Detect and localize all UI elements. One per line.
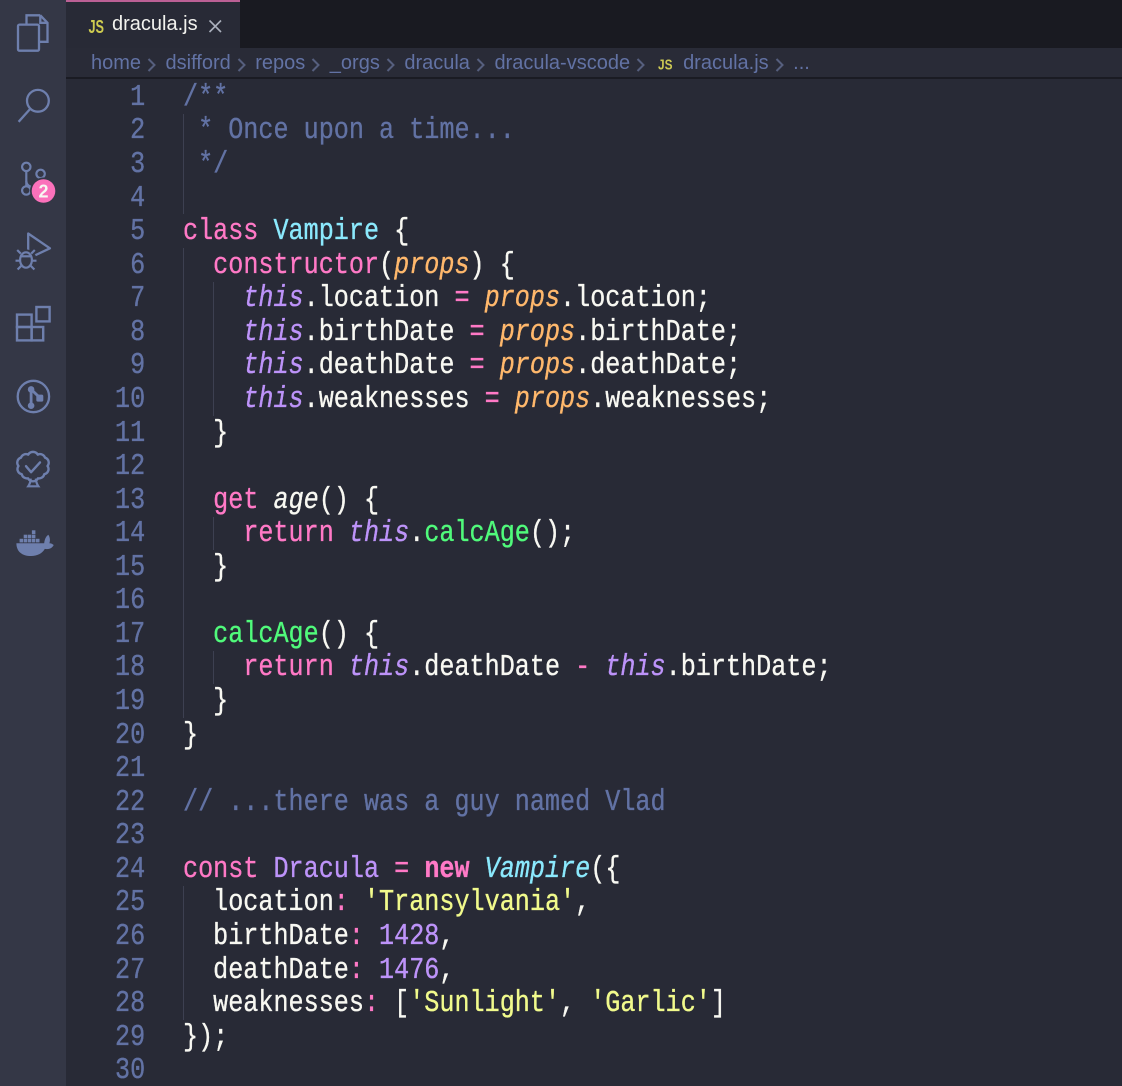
svg-text:2: 2 (38, 182, 48, 202)
svg-text:JS: JS (89, 20, 105, 34)
svg-text:JS: JS (658, 58, 673, 71)
